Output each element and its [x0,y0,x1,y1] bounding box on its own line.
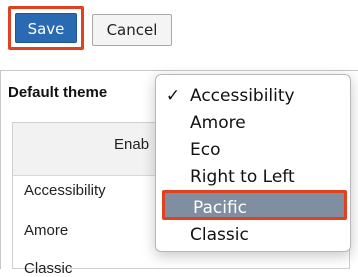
theme-dropdown-menu[interactable]: ✓ Accessibility Amore Eco Right to Left P… [155,74,351,252]
enabled-themes-title: Enab [114,136,150,153]
dropdown-item-amore[interactable]: Amore [164,108,344,138]
dropdown-item-eco[interactable]: Eco [164,135,344,165]
save-button[interactable]: Save [15,13,77,43]
dropdown-item-accessibility[interactable]: ✓ Accessibility [164,81,344,111]
cancel-button[interactable]: Cancel [92,14,172,46]
table-row[interactable]: Accessibility [24,182,106,199]
dropdown-item-right-to-left[interactable]: Right to Left [164,162,344,192]
checkmark-icon: ✓ [165,86,181,106]
default-theme-label: Default theme [8,84,108,101]
table-row[interactable]: Amore [24,222,68,239]
dropdown-item-label: Amore [190,113,246,133]
dropdown-item-classic[interactable]: Classic [164,220,344,250]
dropdown-item-label: Eco [190,140,221,160]
dropdown-item-label: Classic [190,225,249,245]
dropdown-item-label: Right to Left [190,167,295,187]
dropdown-item-label: Pacific [193,198,248,218]
dropdown-item-label: Accessibility [190,86,295,106]
dropdown-item-pacific[interactable]: Pacific [162,190,347,220]
save-button-highlight-frame: Save [8,6,84,50]
